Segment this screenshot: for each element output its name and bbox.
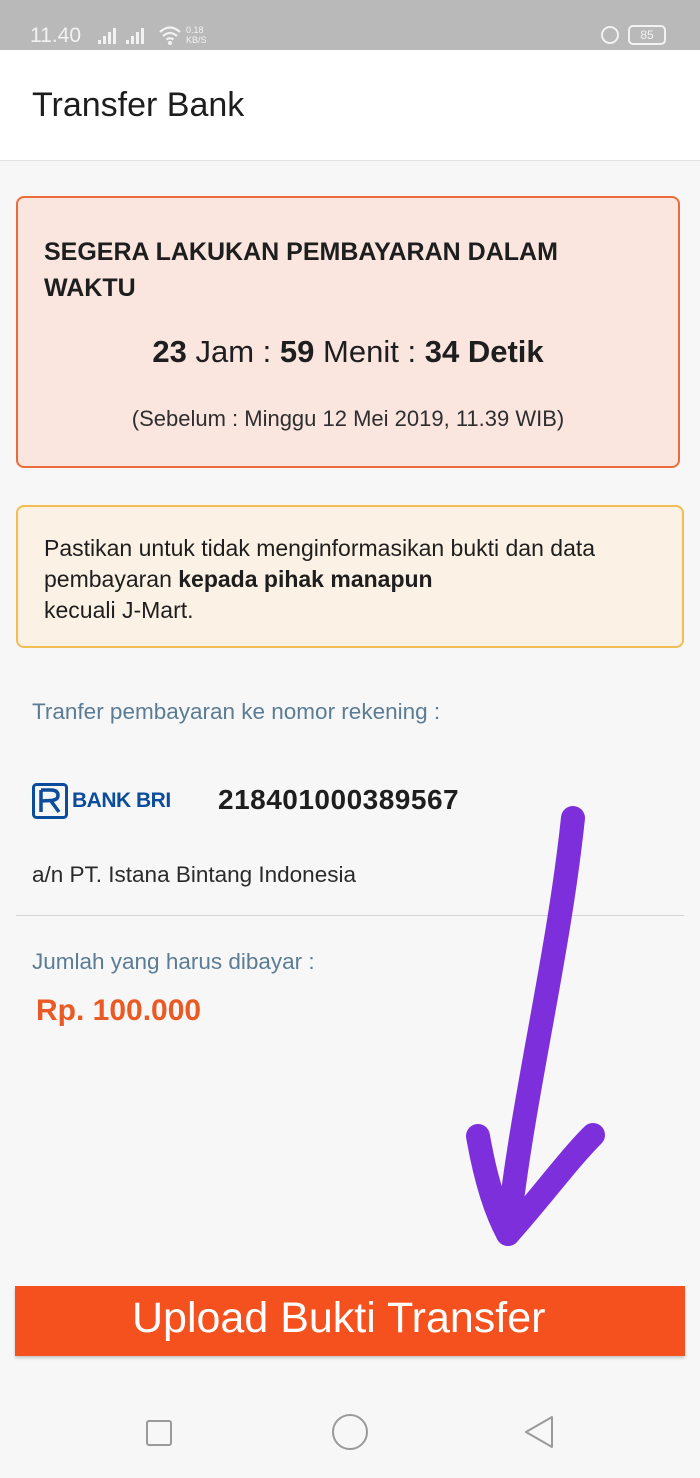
- status-bar: 11.40 0.18 KB/S 85: [0, 0, 700, 50]
- account-number: 218401000389567: [218, 784, 460, 815]
- system-nav-bar: [0, 1383, 700, 1478]
- payment-label: Jumlah yang harus dibayar :: [32, 949, 315, 974]
- bank-logo: BANK BRI: [32, 783, 188, 819]
- deadline-heading: SEGERA LAKUKAN PEMBAYARAN DALAM WAKTU: [44, 238, 558, 302]
- network-speed: 0.18 KB/S: [186, 25, 207, 45]
- upload-button-label: Upload Bukti Transfer: [132, 1294, 546, 1342]
- page-title: Transfer Bank: [32, 86, 245, 124]
- recent-apps-icon[interactable]: [146, 1420, 172, 1446]
- account-holder: a/n PT. Istana Bintang Indonesia: [32, 862, 356, 887]
- warning-text: Pastikan untuk tidak menginformasikan bu…: [44, 535, 596, 623]
- upload-proof-button[interactable]: Upload Bukti Transfer: [15, 1286, 685, 1356]
- rotation-lock-icon: [601, 26, 619, 44]
- countdown-minutes: 59: [279, 334, 315, 369]
- app-bar: Transfer Bank: [0, 50, 700, 161]
- payment-amount: Rp. 100.000: [36, 994, 202, 1027]
- payment-deadline-card: SEGERA LAKUKAN PEMBAYARAN DALAM WAKTU 23…: [16, 196, 680, 468]
- battery-icon: 85: [628, 25, 666, 45]
- transfer-label: Tranfer pembayaran ke nomor rekening :: [32, 699, 441, 724]
- purple-arrow-icon: [466, 806, 605, 1246]
- deadline-date: (Sebelum : Minggu 12 Mei 2019, 11.39 WIB…: [131, 406, 565, 431]
- back-icon[interactable]: [522, 1414, 556, 1450]
- bank-name: BANK BRI: [72, 789, 171, 812]
- countdown-timer: 23 Jam : 59 Menit : 34 Detik: [152, 334, 544, 369]
- countdown-hours: 23: [152, 334, 187, 369]
- home-icon[interactable]: [332, 1414, 368, 1450]
- signal-icon: [98, 28, 144, 44]
- bri-logo-icon: [32, 783, 68, 819]
- wifi-icon: [159, 26, 181, 45]
- countdown-seconds: 34: [424, 334, 460, 369]
- privacy-warning-card: Pastikan untuk tidak menginformasikan bu…: [16, 505, 684, 648]
- clock: 11.40: [30, 24, 81, 47]
